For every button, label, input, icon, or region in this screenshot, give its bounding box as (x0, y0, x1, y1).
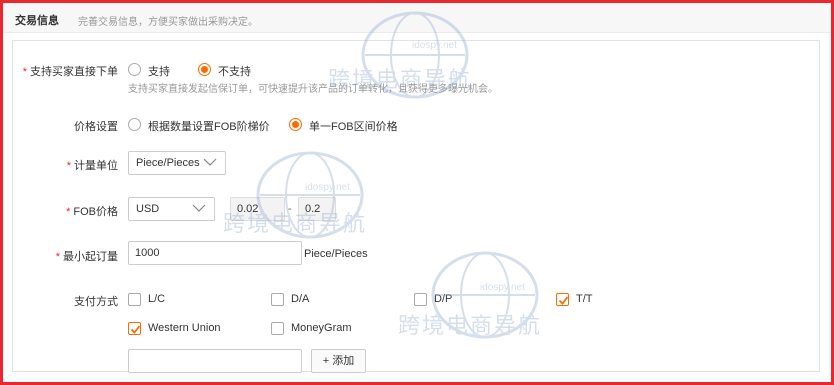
direct-order-radio-yes[interactable] (128, 63, 141, 76)
moq-input[interactable] (128, 241, 302, 265)
payment-label: 支付方式 (74, 296, 118, 308)
payment-option-western-union: Western Union (148, 322, 221, 334)
price-setting-label: 价格设置 (74, 121, 118, 133)
direct-order-option-yes: 支持 (148, 66, 170, 78)
payment-checkbox-western-union[interactable] (128, 322, 141, 335)
payment-option-dp: D/P (434, 293, 453, 305)
price-tier-radio[interactable] (128, 118, 141, 131)
payment-checkbox-dp[interactable] (414, 293, 427, 306)
section-header: 交易信息 完善交易信息，方便买家做出采购决定。 (3, 3, 831, 33)
payment-checkbox-tt[interactable] (556, 293, 569, 306)
custom-payment-input[interactable] (128, 349, 302, 373)
direct-order-radio-no[interactable] (198, 63, 211, 76)
moq-unit: Piece/Pieces (304, 248, 368, 260)
unit-select-value: Piece/Pieces (136, 157, 200, 169)
section-description: 完善交易信息，方便买家做出采购决定。 (78, 17, 258, 28)
payment-checkbox-moneygram[interactable] (271, 322, 284, 335)
currency-select[interactable]: USD (128, 197, 215, 221)
payment-checkbox-da[interactable] (271, 293, 284, 306)
price-range-radio[interactable] (289, 118, 302, 131)
chevron-down-icon (203, 158, 217, 166)
checkmark-icon (558, 296, 569, 305)
unit-label: * 计量单位 (66, 160, 118, 172)
section-title: 交易信息 (15, 15, 59, 27)
unit-select[interactable]: Piece/Pieces (128, 151, 226, 175)
moq-label: * 最小起订量 (55, 251, 118, 263)
direct-order-hint: 支持买家直接发起信保订单，可快速提升该产品的订单转化，且获得更多曝光机会。 (128, 84, 498, 95)
fob-range-separator: - (288, 203, 292, 215)
price-range-option: 单一FOB区间价格 (309, 121, 398, 133)
payment-option-tt: T/T (576, 293, 593, 305)
direct-order-option-no: 不支持 (218, 66, 251, 78)
fob-min-input[interactable] (230, 197, 285, 221)
payment-option-lc: L/C (148, 293, 166, 305)
currency-select-value: USD (136, 203, 160, 215)
chevron-down-icon (192, 204, 206, 212)
checkmark-icon (130, 325, 141, 334)
payment-checkbox-lc[interactable] (128, 293, 141, 306)
add-payment-button[interactable]: + 添加 (311, 349, 366, 373)
fob-max-input[interactable] (298, 197, 336, 221)
price-tier-option: 根据数量设置FOB阶梯价 (148, 121, 270, 133)
direct-order-label: * 支持买家直接下单 (22, 66, 118, 78)
payment-option-da: D/A (291, 293, 310, 305)
fob-price-label: * FOB价格 (66, 206, 118, 218)
payment-option-moneygram: MoneyGram (291, 322, 352, 334)
